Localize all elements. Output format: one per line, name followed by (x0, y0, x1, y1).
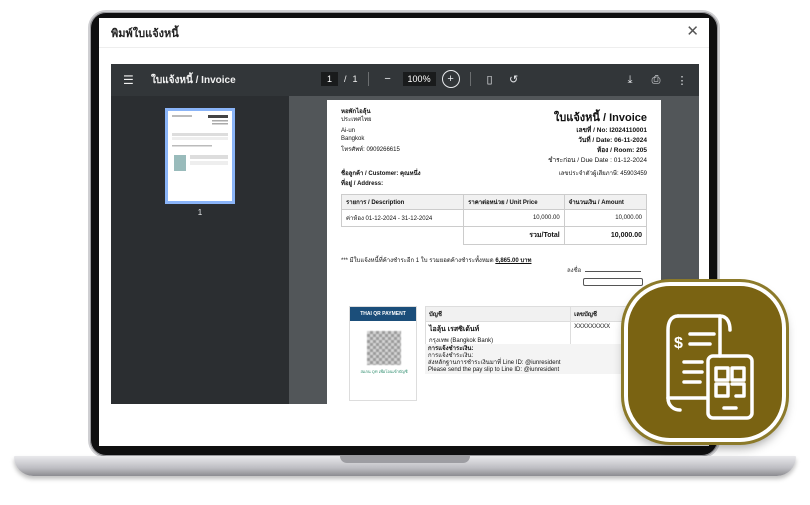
total-row: รวม/Total 10,000.00 (342, 226, 648, 245)
dorm-country: ประเทศไทย (341, 117, 372, 123)
col-description: รายการ / Description (340, 194, 465, 210)
outstanding-note: *** มีใบแจ้งหนี้ที่ค้างชำระอีก 1 ใบ รวมย… (341, 255, 647, 265)
menu-icon[interactable]: ☰ (123, 73, 139, 87)
signature-line (585, 271, 642, 272)
svg-text:$: $ (674, 335, 683, 352)
zoom-in-icon[interactable]: + (441, 70, 460, 88)
tax-id: เลขประจำตัวผู้เสียภาษี: 45903459 (558, 171, 647, 177)
signature-name-box (583, 278, 643, 286)
outstanding-text: *** มีใบแจ้งหนี้ที่ค้างชำระอีก 1 ใบ รวมย… (341, 258, 494, 264)
toolbar-divider (367, 72, 369, 86)
fit-page-icon[interactable]: ▯ (481, 70, 499, 88)
invoice-date: วันที่ / Date: 06-11-2024 (578, 137, 647, 144)
invoice-header: หอพักไอลุ้น ประเทศไทย Ai-un Bangkok โทรศ… (341, 108, 647, 166)
thumbnail-preview (172, 115, 228, 171)
laptop-screen: พิมพ์ใบแจ้งหนี้ ✕ ☰ ใบแจ้งหนี้ / Invoice… (99, 18, 709, 446)
pdf-actions: ⤓ ⎙ ⋮ (621, 71, 691, 89)
dorm-phone: โทรศัพท์: 0909266615 (341, 147, 400, 153)
close-icon[interactable]: ✕ (686, 24, 699, 40)
channel-line-1: การแจ้งชำระเงิน: (428, 353, 474, 359)
invoice-qr-icon: $ (666, 314, 754, 420)
dorm-city: Bangkok (341, 136, 365, 142)
customer-address: ที่อยู่ / Address: (341, 181, 384, 187)
invoice-title: ใบแจ้งหนี้ / Invoice (553, 112, 647, 124)
row-amount: 10,000.00 (563, 209, 648, 227)
qr-header: THAI QR PAYMENT (350, 307, 416, 321)
invoice-page: หอพักไอลุ้น ประเทศไทย Ai-un Bangkok โทรศ… (327, 100, 661, 404)
qr-caption: สแกน QR เพื่อโอนเข้าบัญชี (360, 369, 408, 374)
channel-line-2: ส่งหลักฐานการชำระเงินมาที่ Line ID: @iun… (428, 360, 561, 366)
print-icon[interactable]: ⎙ (647, 71, 665, 89)
channel-line-3: Please send the pay slip to Line ID: @iu… (428, 367, 560, 373)
col-account: บัญชี (424, 306, 572, 322)
pdf-controls: 1 / 1 − 100% + ▯ ↺ (321, 70, 523, 88)
col-unit-price: ราคาต่อหน่วย / Unit Price (463, 194, 565, 210)
thumbnail-sidebar: 1 (111, 96, 289, 404)
zoom-input[interactable]: 100% (402, 72, 436, 86)
qr-card: THAI QR PAYMENT สแกน QR เพื่อโอนเข้าบัญช… (349, 306, 417, 401)
page-total: 1 (352, 74, 358, 84)
col-amount: จำนวนเงิน / Amount (563, 194, 648, 210)
row-unit-price: 10,000.00 (463, 209, 565, 227)
signature-area: ลงชื่อ (567, 265, 642, 275)
zoom-out-icon[interactable]: − (379, 70, 397, 88)
invoice-no: เลขที่ / No: I2024110001 (576, 127, 647, 134)
customer-name: ชื่อลูกค้า / Customer: คุณหนึ่ง (341, 171, 421, 177)
table-row: ค่าห้อง 01-12-2024 - 31-12-2024 10,000.0… (340, 209, 648, 227)
signature-label: ลงชื่อ (567, 268, 582, 274)
dialog-title: พิมพ์ใบแจ้งหนี้ (111, 27, 179, 40)
dorm-address: Ai-un (341, 128, 356, 134)
more-icon[interactable]: ⋮ (673, 71, 691, 89)
total-value: 10,000.00 (563, 226, 648, 245)
customer-row: ชื่อลูกค้า / Customer: คุณหนึ่ง ที่อยู่ … (341, 168, 647, 188)
pdf-doc-title: ใบแจ้งหนี้ / Invoice (151, 74, 236, 86)
dorm-name: หอพักไอลุ้น (341, 109, 371, 115)
thumbnail-page-number: 1 (197, 208, 203, 217)
dorm-info: หอพักไอลุ้น ประเทศไทย Ai-un Bangkok โทรศ… (341, 108, 400, 166)
download-icon[interactable]: ⤓ (621, 71, 639, 89)
row-description: ค่าห้อง 01-12-2024 - 31-12-2024 (340, 209, 465, 227)
total-label: รวม/Total (463, 226, 565, 245)
invoice-meta: ใบแจ้งหนี้ / Invoice เลขที่ / No: I20241… (548, 108, 647, 166)
page-current-input[interactable]: 1 (321, 72, 339, 86)
channel-title: การแจ้งชำระเงิน: (428, 346, 474, 352)
invoice-due: ชำระก่อน / Due Date : 01-12-2024 (548, 157, 647, 164)
pdf-viewer: ☰ ใบแจ้งหนี้ / Invoice 1 / 1 − 100% + ▯ … (111, 64, 699, 404)
page-separator: / (344, 74, 347, 84)
outstanding-amount: 6,865.00 บาท (495, 258, 532, 264)
laptop-notch (340, 456, 470, 463)
invoice-meta-lines: เลขที่ / No: I2024110001 วันที่ / Date: … (548, 126, 647, 166)
invoice-qr-badge: $ (624, 282, 786, 442)
account-name: ไอลุ้น เรสซิเด้นท์ (429, 326, 480, 333)
items-table: รายการ / Description ราคาต่อหน่วย / Unit… (340, 194, 648, 245)
toolbar-divider (469, 72, 471, 86)
qr-code (367, 331, 401, 365)
stage: พิมพ์ใบแจ้งหนี้ ✕ ☰ ใบแจ้งหนี้ / Invoice… (0, 0, 810, 505)
rotate-icon[interactable]: ↺ (505, 70, 523, 88)
payment-section: THAI QR PAYMENT สแกน QR เพื่อโอนเข้าบัญช… (349, 306, 659, 401)
dialog-header: พิมพ์ใบแจ้งหนี้ ✕ (99, 18, 709, 48)
page-thumbnail[interactable] (165, 108, 235, 204)
invoice-room: ห้อง / Room: 205 (596, 147, 647, 154)
pdf-toolbar: ☰ ใบแจ้งหนี้ / Invoice 1 / 1 − 100% + ▯ … (111, 64, 699, 96)
